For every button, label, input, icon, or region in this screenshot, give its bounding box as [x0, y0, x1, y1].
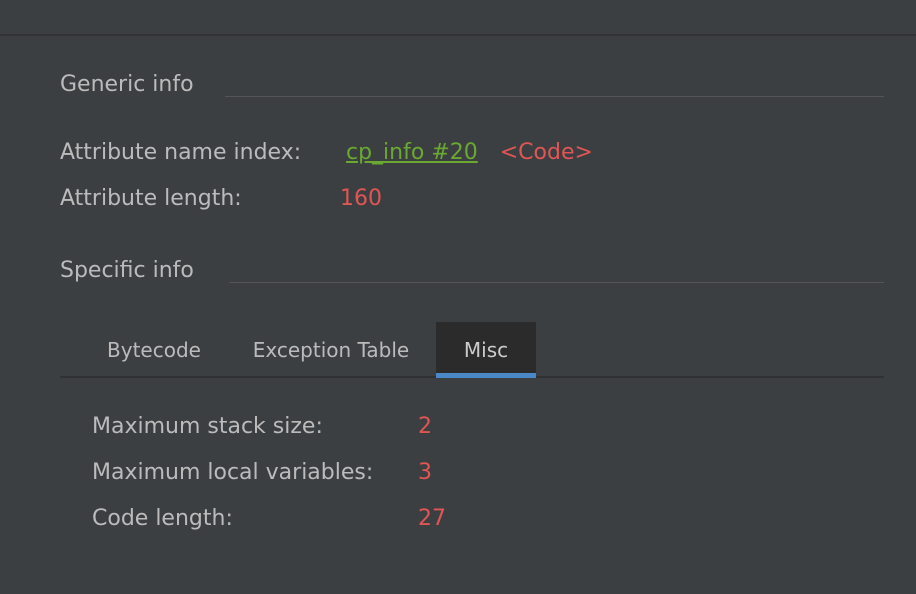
generic-info-title: Generic info	[60, 72, 194, 97]
top-divider	[0, 34, 916, 36]
max-locals-value: 3	[418, 460, 432, 485]
specific-info-separator	[229, 282, 884, 283]
attribute-name-index-values: cp_info #20 <Code>	[346, 140, 593, 166]
tab-exception-table[interactable]: Exception Table	[236, 322, 426, 378]
code-length-label: Code length:	[92, 506, 233, 531]
max-stack-value: 2	[418, 414, 432, 439]
specific-info-title: Specific info	[60, 258, 194, 283]
attribute-length-row: Attribute length:	[60, 186, 242, 212]
code-length-value: 27	[418, 506, 446, 531]
attribute-name-index-label: Attribute name index:	[60, 140, 302, 165]
attribute-name-value: <Code>	[499, 140, 593, 165]
specific-info-tabs: Bytecode Exception Table Misc	[60, 322, 884, 378]
tab-bytecode[interactable]: Bytecode	[90, 322, 218, 378]
attribute-name-index-row: Attribute name index:	[60, 140, 301, 166]
generic-info-separator	[225, 96, 884, 97]
max-locals-label: Maximum local variables:	[92, 460, 374, 485]
attribute-info-panel: Generic info Attribute name index: cp_in…	[0, 0, 916, 594]
attribute-length-value: 160	[340, 186, 382, 211]
tab-misc[interactable]: Misc	[436, 322, 536, 378]
max-stack-label: Maximum stack size:	[92, 414, 323, 439]
cp-info-link[interactable]: cp_info #20	[346, 140, 478, 165]
attribute-length-label: Attribute length:	[60, 186, 242, 211]
